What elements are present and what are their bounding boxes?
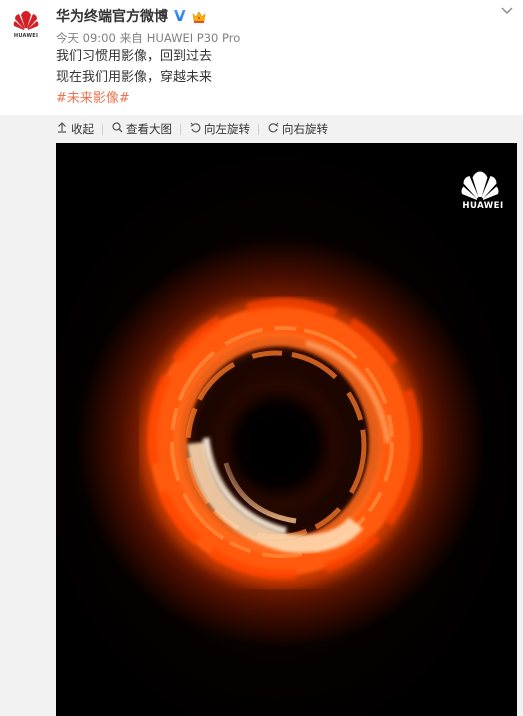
view-large-label: 查看大图 [126, 122, 172, 136]
post-text-line-1: 我们习惯用影像，回到过去 [56, 49, 213, 64]
rotate-right-button[interactable]: 向右旋转 [267, 121, 328, 137]
huawei-flower-icon [13, 11, 39, 30]
weibo-post: HUAWEI 华为终端官方微博 V 今天 09:00 来自 HUAWEI P30 P… [0, 0, 523, 716]
crown-icon[interactable] [191, 9, 207, 23]
author-name[interactable]: 华为终端官方微博 [56, 6, 168, 26]
post-header: 华为终端官方微博 V 今天 09:00 来自 HUAWEI P30 Pro 我们习惯… [56, 5, 493, 109]
rotate-left-button[interactable]: 向左旋转 [189, 121, 250, 137]
huawei-logo: HUAWEI [460, 170, 506, 211]
glowing-ring-image [56, 143, 517, 716]
media-area: 收起 查看大图 向左旋转 向右旋转 HUAWEI [0, 115, 523, 716]
collapse-label: 收起 [71, 122, 94, 136]
toolbar-divider [102, 123, 103, 135]
collapse-arrow-icon [56, 122, 68, 136]
image-toolbar: 收起 查看大图 向左旋转 向右旋转 [56, 119, 328, 139]
chevron-down-icon[interactable] [501, 4, 513, 18]
verified-badge[interactable]: V [174, 8, 186, 24]
view-large-button[interactable]: 查看大图 [111, 121, 172, 137]
author-avatar[interactable]: HUAWEI [8, 10, 44, 46]
collapse-button[interactable]: 收起 [56, 121, 94, 137]
rotate-left-icon [189, 122, 201, 136]
source-prefix: 来自 [119, 31, 143, 45]
magnifier-icon [111, 122, 123, 136]
post-text-line-2: 现在我们用影像，穿越未来 [56, 70, 213, 85]
toolbar-divider [258, 123, 259, 135]
post-meta: 今天 09:00 来自 HUAWEI P30 Pro [56, 30, 493, 46]
rotate-right-icon [267, 122, 279, 136]
photo-logo-text: HUAWEI [462, 201, 504, 211]
toolbar-divider [180, 123, 181, 135]
post-hashtag[interactable]: #未来影像# [56, 88, 493, 109]
rotate-left-label: 向左旋转 [204, 122, 250, 136]
post-timestamp[interactable]: 今天 09:00 [56, 31, 116, 45]
avatar-wordmark: HUAWEI [13, 33, 39, 39]
rotate-right-label: 向右旋转 [282, 122, 328, 136]
huawei-flower-icon [461, 171, 499, 200]
name-row: 华为终端官方微博 V [56, 5, 493, 27]
post-image[interactable]: HUAWEI [56, 143, 517, 716]
post-source[interactable]: HUAWEI P30 Pro [147, 31, 240, 45]
